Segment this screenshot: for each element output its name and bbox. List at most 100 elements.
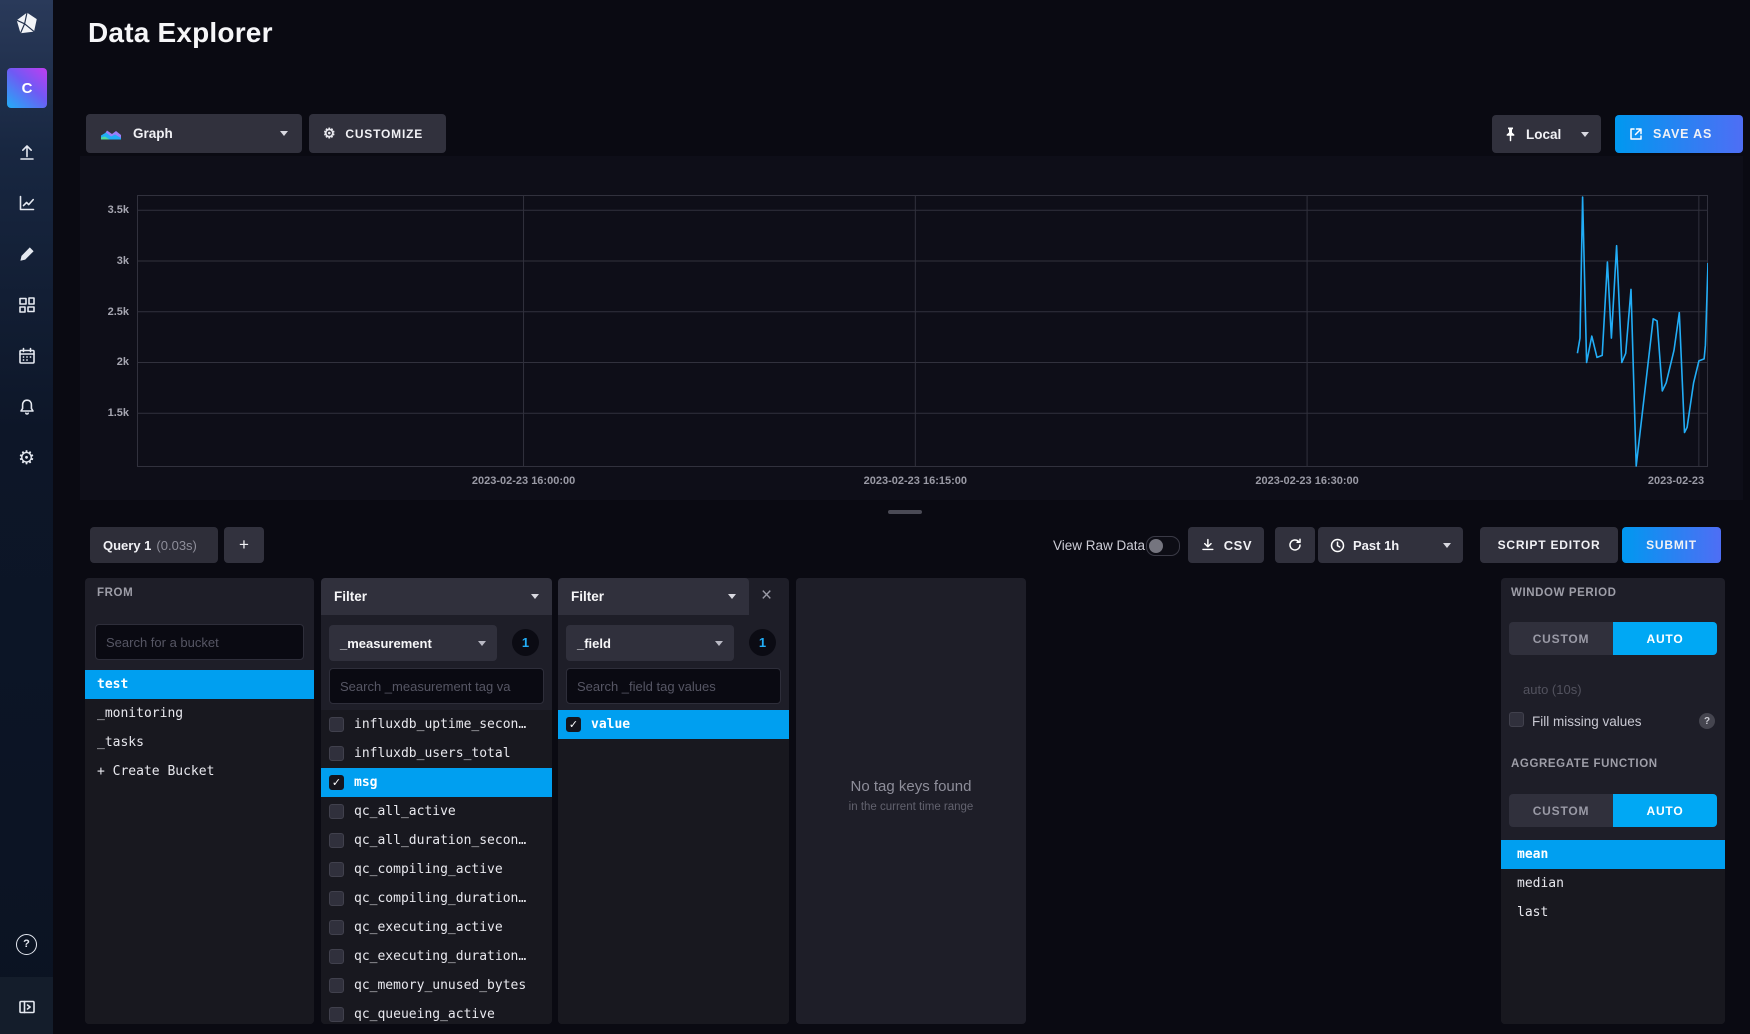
close-filter-icon[interactable]: × <box>761 586 772 605</box>
measurement-item[interactable]: qc_compiling_active <box>321 855 552 884</box>
checked-checkbox-icon[interactable]: ✓ <box>329 775 344 790</box>
unchecked-checkbox[interactable] <box>329 949 344 964</box>
window-custom-button[interactable]: CUSTOM <box>1509 622 1613 655</box>
submit-button[interactable]: SUBMIT <box>1622 527 1721 563</box>
dashboards-icon[interactable] <box>0 285 53 325</box>
refresh-button[interactable] <box>1275 527 1315 563</box>
influxdb-logo-icon[interactable] <box>14 11 40 37</box>
measurement-item[interactable]: qc_memory_unused_bytes <box>321 971 552 1000</box>
aggregate-auto-button[interactable]: AUTO <box>1613 794 1717 827</box>
filter-type-dropdown[interactable]: Filter <box>321 578 552 615</box>
list-item-label: qc_all_duration_secon… <box>354 833 526 848</box>
resize-drag-handle[interactable] <box>888 510 922 514</box>
csv-label: CSV <box>1224 538 1252 553</box>
measurement-filter-card: Filter _measurement 1 influxdb_uptime_se… <box>321 578 552 1024</box>
measurement-item[interactable]: influxdb_uptime_secon… <box>321 710 552 739</box>
visualization-type-dropdown[interactable]: Graph <box>86 114 302 153</box>
measurement-item[interactable]: ✓ msg <box>321 768 552 797</box>
notebooks-pencil-icon[interactable] <box>0 234 53 274</box>
bucket-item[interactable]: _monitoring <box>85 699 314 728</box>
aggregate-item[interactable]: mean <box>1501 840 1725 869</box>
measurement-key-select[interactable]: _measurement <box>329 625 497 661</box>
area-chart-icon <box>100 126 122 142</box>
aggregate-custom-button[interactable]: CUSTOM <box>1509 794 1613 827</box>
measurement-item[interactable]: qc_executing_active <box>321 913 552 942</box>
list-item-label: value <box>591 717 630 732</box>
bucket-item[interactable]: test <box>85 670 314 699</box>
add-query-button[interactable]: + <box>224 527 264 563</box>
list-item-label: last <box>1517 905 1548 920</box>
filter-type-dropdown[interactable]: Filter <box>558 578 749 615</box>
customize-button[interactable]: ⚙ CUSTOMIZE <box>309 114 446 153</box>
checked-checkbox-icon[interactable]: ✓ <box>566 717 581 732</box>
unchecked-checkbox[interactable] <box>329 746 344 761</box>
query-tab[interactable]: Query 1 (0.03s) <box>90 527 218 563</box>
time-series-chart[interactable] <box>137 195 1708 467</box>
field-search-input[interactable] <box>566 668 781 704</box>
unchecked-checkbox[interactable] <box>329 920 344 935</box>
expand-sidebar-icon[interactable] <box>0 987 53 1027</box>
query-tab-label: Query 1 <box>103 538 151 553</box>
x-axis-tick-label: 2023-02-23 16:00:00 <box>472 475 575 487</box>
aggregate-mode-toggle: CUSTOM AUTO <box>1509 794 1717 827</box>
upload-icon[interactable] <box>0 132 53 172</box>
data-explorer-icon[interactable] <box>0 183 53 223</box>
list-item-label: _monitoring <box>97 706 183 721</box>
measurement-item[interactable]: influxdb_users_total <box>321 739 552 768</box>
aggregate-item[interactable]: last <box>1501 898 1725 927</box>
time-range-dropdown[interactable]: Past 1h <box>1318 527 1463 563</box>
measurement-item[interactable]: qc_all_active <box>321 797 552 826</box>
measurement-search-input[interactable] <box>329 668 544 704</box>
field-item[interactable]: ✓ value <box>558 710 789 739</box>
unchecked-checkbox[interactable] <box>329 891 344 906</box>
tasks-calendar-icon[interactable] <box>0 336 53 376</box>
unchecked-checkbox[interactable] <box>329 833 344 848</box>
measurement-item[interactable]: qc_executing_duration… <box>321 942 552 971</box>
unchecked-checkbox[interactable] <box>329 978 344 993</box>
bucket-search-input[interactable] <box>95 624 304 660</box>
refresh-icon <box>1287 537 1303 553</box>
unchecked-checkbox[interactable] <box>329 804 344 819</box>
chevron-down-icon <box>728 594 736 599</box>
window-auto-button[interactable]: AUTO <box>1613 622 1717 655</box>
y-axis-tick-label: 1.5k <box>87 407 129 419</box>
list-item-label: test <box>97 677 128 692</box>
toggle-knob <box>1149 539 1163 553</box>
settings-gear-icon[interactable]: ⚙ <box>0 438 53 478</box>
measurement-list: influxdb_uptime_secon…influxdb_users_tot… <box>321 710 552 1024</box>
alerts-bell-icon[interactable] <box>0 387 53 427</box>
org-avatar[interactable]: C <box>7 68 47 108</box>
page-title: Data Explorer <box>88 17 273 49</box>
help-icon[interactable]: ? <box>0 924 53 964</box>
pin-icon <box>1504 126 1517 142</box>
unchecked-checkbox[interactable] <box>329 862 344 877</box>
aggregate-item[interactable]: median <box>1501 869 1725 898</box>
csv-download-button[interactable]: CSV <box>1188 527 1264 563</box>
y-axis-tick-label: 2k <box>87 356 129 368</box>
window-period-title: WINDOW PERIOD <box>1511 587 1617 599</box>
aggregate-function-title: AGGREGATE FUNCTION <box>1511 758 1658 770</box>
list-item-label: mean <box>1517 847 1548 862</box>
view-raw-data-toggle[interactable] <box>1146 536 1180 556</box>
fill-missing-values-checkbox[interactable] <box>1509 712 1524 727</box>
save-as-button[interactable]: SAVE AS <box>1615 115 1743 153</box>
chevron-down-icon <box>478 641 486 646</box>
measurement-item[interactable]: qc_queueing_active <box>321 1000 552 1024</box>
list-item-label: msg <box>354 775 377 790</box>
list-item-label: + Create Bucket <box>97 764 214 779</box>
help-tooltip-icon[interactable]: ? <box>1699 713 1715 729</box>
unchecked-checkbox[interactable] <box>329 717 344 732</box>
field-key-select[interactable]: _field <box>566 625 734 661</box>
script-editor-button[interactable]: SCRIPT EDITOR <box>1480 527 1618 563</box>
window-period-mode-toggle: CUSTOM AUTO <box>1509 622 1717 655</box>
x-axis-tick-label: 2023-02-23 16:15:00 <box>864 475 967 487</box>
bucket-list: test _monitoring _tasks + Create Bucket <box>85 670 314 1024</box>
measurement-item[interactable]: qc_all_duration_secon… <box>321 826 552 855</box>
bucket-item[interactable]: _tasks <box>85 728 314 757</box>
sidebar-nav: C ⚙ ? <box>0 0 53 1034</box>
measurement-item[interactable]: qc_compiling_duration… <box>321 884 552 913</box>
variables-local-dropdown[interactable]: Local <box>1492 115 1601 153</box>
list-item-label: qc_all_active <box>354 804 456 819</box>
bucket-item[interactable]: + Create Bucket <box>85 757 314 786</box>
unchecked-checkbox[interactable] <box>329 1007 344 1022</box>
